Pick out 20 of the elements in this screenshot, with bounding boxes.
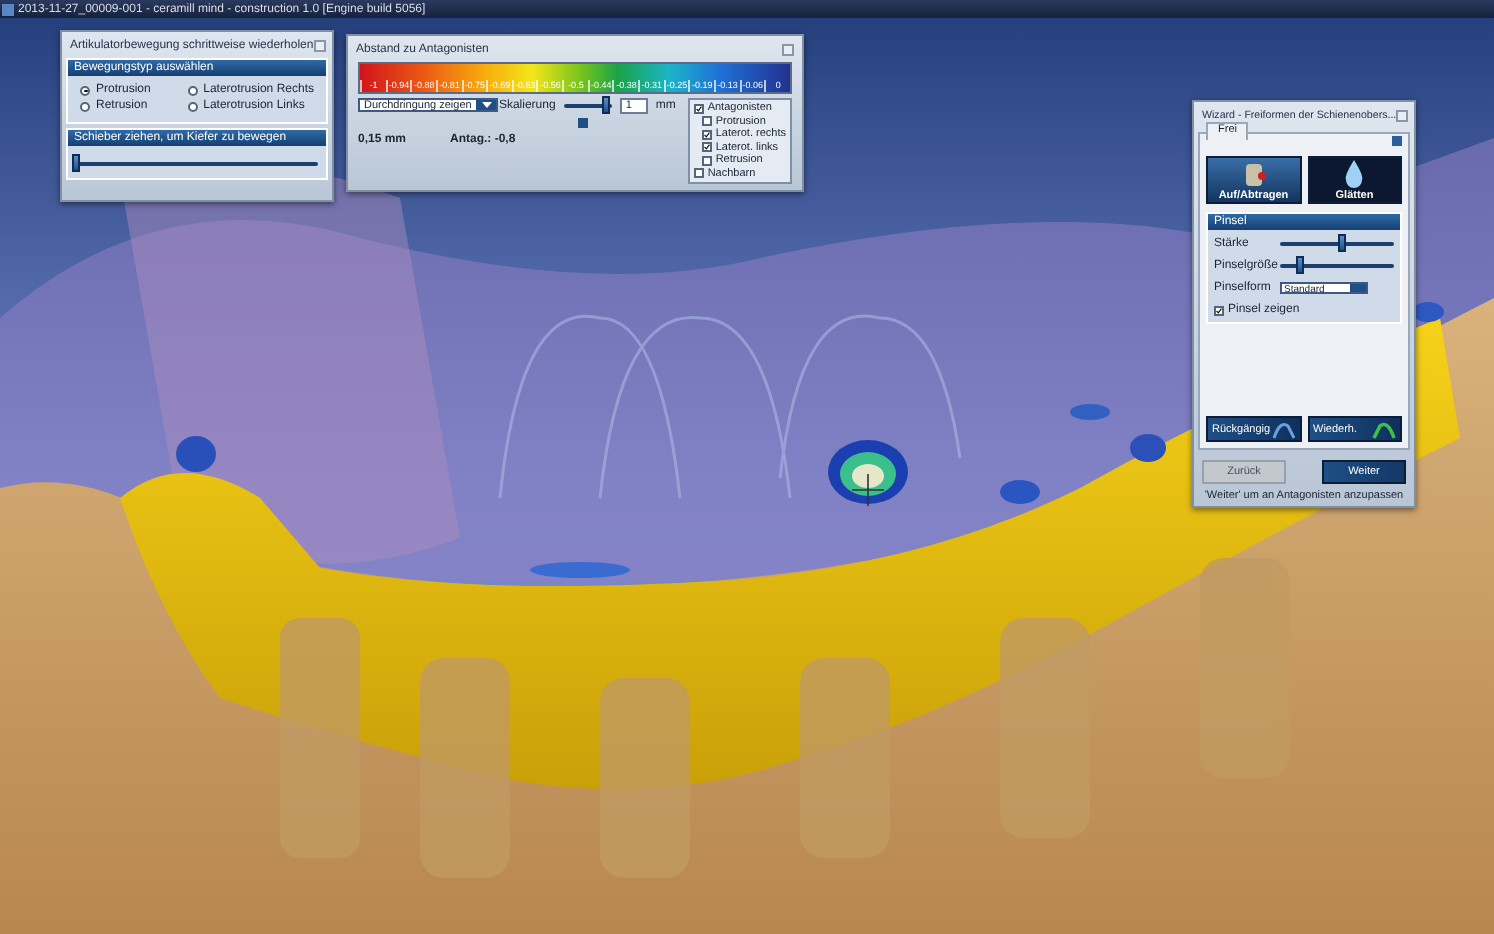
checkbox[interactable] [701,155,712,165]
checkbox[interactable] [701,129,712,139]
checkbox[interactable] [701,142,712,152]
slider-thumb[interactable] [72,154,80,172]
checkbox[interactable] [693,168,704,178]
slider-thumb[interactable] [1338,234,1347,252]
close-icon[interactable] [782,43,794,55]
app-icon [2,3,14,15]
close-icon[interactable] [1396,109,1409,121]
radio-button[interactable] [187,85,198,95]
checkbox[interactable] [1214,305,1224,315]
checkbox[interactable] [701,116,712,126]
checkbox[interactable] [693,103,704,113]
radio-button[interactable] [80,85,90,95]
slider-thumb[interactable] [602,96,611,114]
close-icon[interactable] [313,39,326,51]
slider-thumb[interactable] [1296,256,1305,274]
radio-button[interactable] [80,101,90,111]
radio-button[interactable] [187,101,198,111]
drop-icon [1344,159,1365,187]
